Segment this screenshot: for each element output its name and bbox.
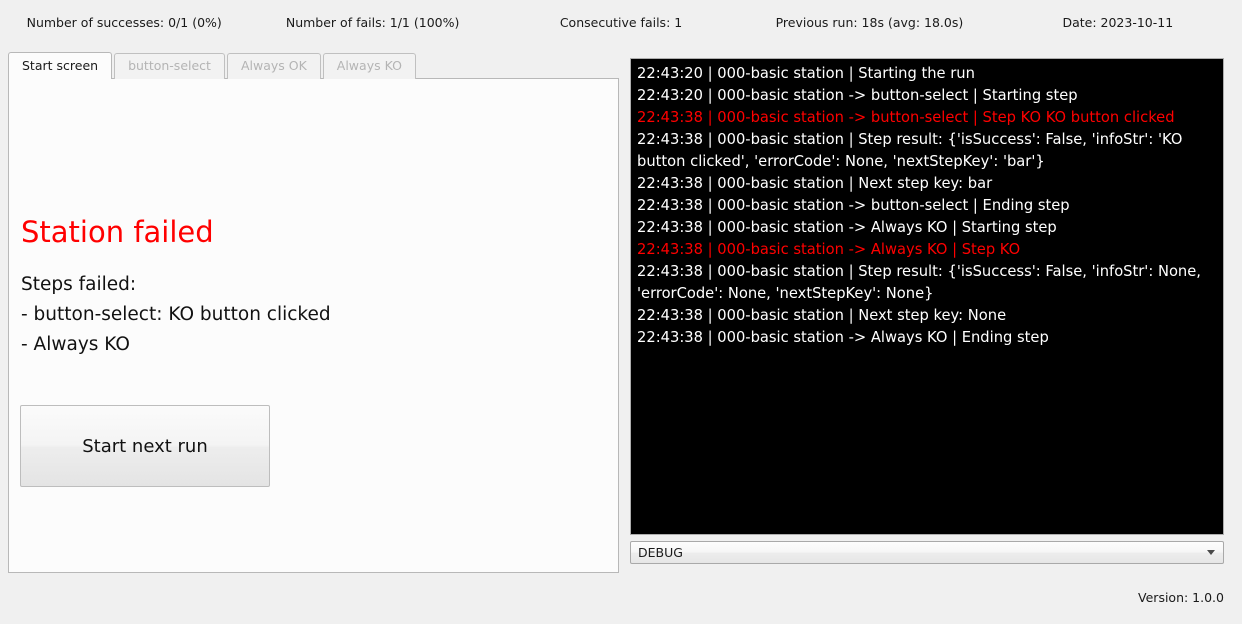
status-date: Date: 2023-10-11 <box>1062 15 1174 30</box>
tab-button-select[interactable]: button-select <box>114 53 225 79</box>
log-line: 22:43:38 | 000-basic station -> Always K… <box>637 219 1057 236</box>
station-status-title: Station failed <box>21 215 214 249</box>
log-level-value: DEBUG <box>638 545 683 560</box>
steps-failed-list: Steps failed: - button-select: KO button… <box>21 274 331 355</box>
log-line: 22:43:38 | 000-basic station -> button-s… <box>637 109 1175 126</box>
status-successes: Number of successes: 0/1 (0%) <box>26 15 222 30</box>
log-line: 22:43:38 | 000-basic station -> Always K… <box>637 241 1021 258</box>
log-console[interactable]: 22:43:20 | 000-basic station | Starting … <box>630 58 1224 535</box>
log-line: 22:43:38 | 000-basic station | Next step… <box>637 307 1007 324</box>
log-line: 22:43:38 | 000-basic station | Next step… <box>637 175 993 192</box>
version-label: Version: 1.0.0 <box>1138 590 1224 605</box>
log-line: 22:43:20 | 000-basic station | Starting … <box>637 65 975 82</box>
log-line: 22:43:38 | 000-basic station -> button-s… <box>637 197 1070 214</box>
status-previous-run: Previous run: 18s (avg: 18.0s) <box>775 15 964 30</box>
status-consecutive-fails: Consecutive fails: 1 <box>559 15 683 30</box>
status-bar: Number of successes: 0/1 (0%) Number of … <box>0 0 1242 46</box>
log-line: 22:43:20 | 000-basic station -> button-s… <box>637 87 1078 104</box>
tab-pane-start-screen: Station failed Steps failed: - button-se… <box>8 78 619 573</box>
tab-start-screen[interactable]: Start screen <box>8 52 113 79</box>
log-line: 22:43:38 | 000-basic station | Step resu… <box>637 131 1183 170</box>
log-line: 22:43:38 | 000-basic station | Step resu… <box>637 263 1201 302</box>
tab-always-ok[interactable]: Always OK <box>226 53 321 79</box>
chevron-down-icon <box>1207 550 1215 555</box>
log-level-select[interactable]: DEBUG <box>630 541 1224 564</box>
status-fails: Number of fails: 1/1 (100%) <box>285 15 460 30</box>
tab-bar: Start screen button-select Always OK Alw… <box>8 52 418 79</box>
tab-widget: Start screen button-select Always OK Alw… <box>8 52 619 573</box>
tab-always-ko[interactable]: Always KO <box>322 53 416 79</box>
application-window: Number of successes: 0/1 (0%) Number of … <box>0 0 1242 624</box>
start-next-run-button[interactable]: Start next run <box>20 405 270 487</box>
log-line: 22:43:38 | 000-basic station -> Always K… <box>637 329 1049 346</box>
